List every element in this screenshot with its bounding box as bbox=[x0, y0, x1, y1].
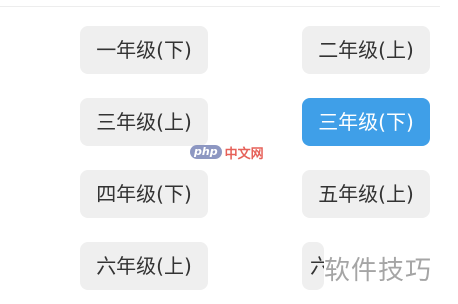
grade-option-2-1[interactable]: 二年级(上) bbox=[302, 26, 430, 74]
grade-option-5-1[interactable]: 五年级(上) bbox=[302, 170, 430, 218]
grade-option-1-2[interactable]: 一年级(下) bbox=[80, 26, 208, 74]
top-divider bbox=[0, 6, 440, 7]
php-watermark: php 中文网 bbox=[190, 142, 264, 162]
grade-option-6-1[interactable]: 六年级(上) bbox=[80, 242, 208, 290]
corner-watermark-text: 软件技巧 bbox=[324, 256, 433, 286]
corner-watermark: 软件技巧 bbox=[324, 254, 432, 288]
grade-option-3-1[interactable]: 三年级(上) bbox=[80, 98, 208, 146]
grade-option-3-2-selected[interactable]: 三年级(下) bbox=[302, 98, 430, 146]
grade-option-6-2-partial[interactable]: 六年级(下) bbox=[302, 242, 324, 290]
php-watermark-text: 中文网 bbox=[224, 146, 264, 162]
grade-option-4-2[interactable]: 四年级(下) bbox=[80, 170, 208, 218]
php-logo-badge: php bbox=[190, 145, 222, 159]
